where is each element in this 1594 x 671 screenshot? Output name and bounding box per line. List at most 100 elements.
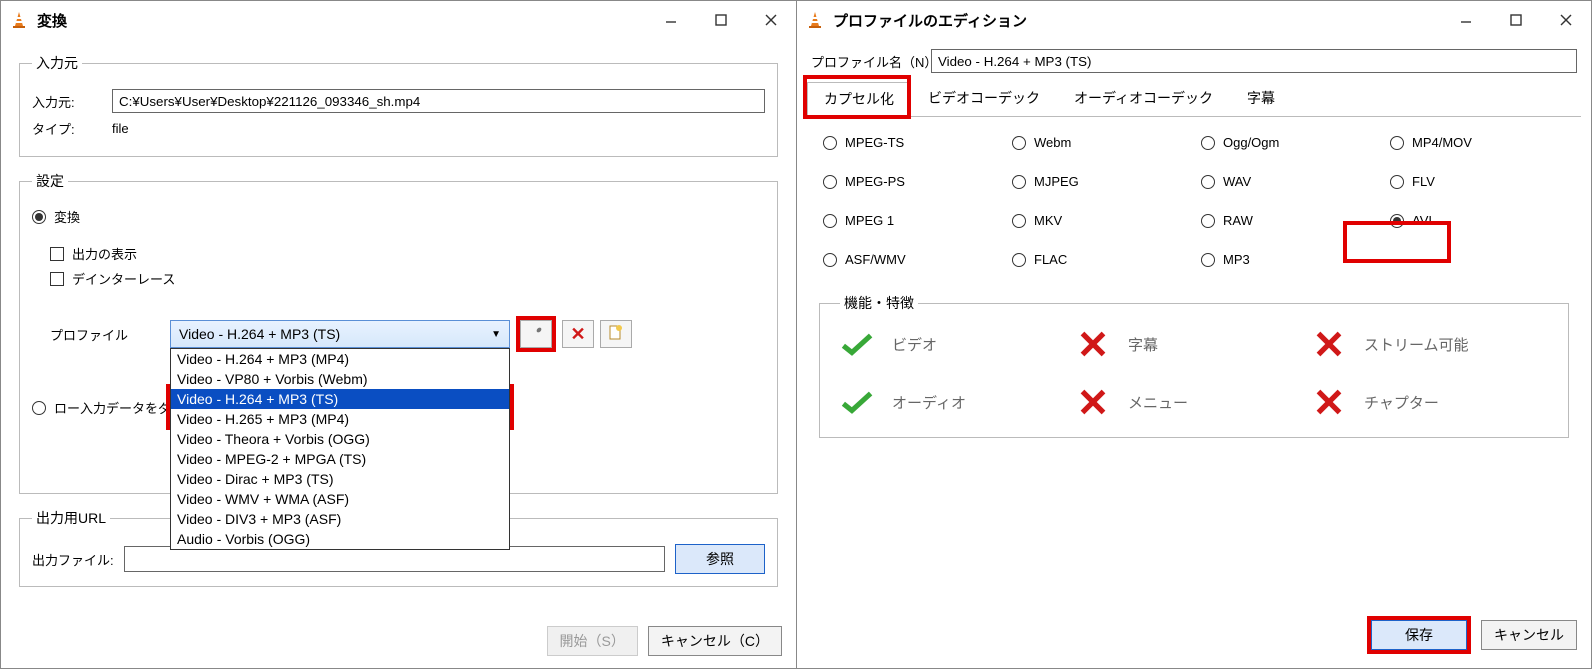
start-button[interactable]: 開始（S） (547, 626, 638, 656)
output-file-label: 出力ファイル: (32, 550, 114, 569)
radio-icon (1201, 214, 1215, 228)
profile-label: プロファイル (50, 325, 170, 344)
convert-radio-label: 変換 (54, 207, 80, 226)
dropdown-option[interactable]: Video - DIV3 + MP3 (ASF) (171, 509, 509, 529)
maximize-button[interactable] (696, 1, 746, 39)
feature-menu: メニュー (1076, 387, 1312, 417)
caps-mp4-mov[interactable]: MP4/MOV (1390, 135, 1565, 150)
x-icon (1076, 329, 1110, 359)
dropdown-option[interactable]: Video - VP80 + Vorbis (Webm) (171, 369, 509, 389)
dropdown-option[interactable]: Video - WMV + WMA (ASF) (171, 489, 509, 509)
close-button[interactable] (1541, 1, 1591, 39)
feature-streamable: ストリーム可能 (1312, 329, 1548, 359)
radio-icon (1201, 253, 1215, 267)
radio-icon (823, 136, 837, 150)
convert-radio-row[interactable]: 変換 (32, 207, 765, 226)
profile-edition-window: プロファイルのエディション プロファイル名（N） カプセル化 ビデオコーデック … (796, 0, 1592, 669)
edit-profile-button[interactable] (520, 320, 552, 348)
features-group: 機能・特徴 ビデオ 字幕 ストリーム可能 オーディオ メニュー (819, 293, 1569, 438)
encapsulation-grid: MPEG-TS Webm Ogg/Ogm MP4/MOV MPEG-PS MJP… (823, 135, 1565, 267)
radio-icon (1012, 175, 1026, 189)
new-doc-icon (609, 325, 623, 344)
profile-dropdown[interactable]: Video - H.264 + MP3 (MP4) Video - VP80 +… (170, 348, 510, 550)
feature-video: ビデオ (840, 329, 1076, 359)
radio-icon (32, 210, 46, 224)
tab-audio-codec[interactable]: オーディオコーデック (1057, 81, 1230, 116)
wrench-icon (528, 325, 544, 344)
caps-mpeg1[interactable]: MPEG 1 (823, 213, 998, 228)
combo-value: Video - H.264 + MP3 (TS) (179, 326, 340, 342)
window-title: 変換 (37, 10, 67, 31)
deinterlace-label: デインターレース (72, 269, 175, 288)
caps-mpeg-ts[interactable]: MPEG-TS (823, 135, 998, 150)
caps-wav[interactable]: WAV (1201, 174, 1376, 189)
vlc-cone-icon (805, 10, 825, 30)
deinterlace-check[interactable]: デインターレース (50, 269, 765, 288)
dropdown-option[interactable]: Video - H.264 + MP3 (TS) (171, 389, 509, 409)
dropdown-option[interactable]: Video - MPEG-2 + MPGA (TS) (171, 449, 509, 469)
vlc-cone-icon (9, 10, 29, 30)
convert-window: 変換 入力元 入力元: タイプ: file 設定 変換 (0, 0, 796, 669)
caps-webm[interactable]: Webm (1012, 135, 1187, 150)
caps-ogg[interactable]: Ogg/Ogm (1201, 135, 1376, 150)
save-button[interactable]: 保存 (1371, 620, 1467, 650)
radio-icon (823, 214, 837, 228)
caps-flac[interactable]: FLAC (1012, 252, 1187, 267)
delete-profile-button[interactable]: ✕ (562, 320, 594, 348)
tab-encapsulation[interactable]: カプセル化 (807, 82, 911, 117)
annotation-box: 保存 (1367, 616, 1471, 654)
show-output-check[interactable]: 出力の表示 (50, 244, 765, 263)
radio-icon (1390, 175, 1404, 189)
caps-flv[interactable]: FLV (1390, 174, 1565, 189)
output-legend: 出力用URL (32, 508, 110, 528)
features-legend: 機能・特徴 (840, 293, 918, 313)
titlebar-right: プロファイルのエディション (797, 1, 1591, 39)
feature-audio: オーディオ (840, 387, 1076, 417)
type-label: タイプ: (32, 119, 112, 138)
cancel-button[interactable]: キャンセル（C） (648, 626, 782, 656)
input-label: 入力元: (32, 92, 112, 111)
tab-subtitles[interactable]: 字幕 (1230, 81, 1292, 116)
caps-avi[interactable]: AVI (1390, 213, 1565, 228)
close-button[interactable] (746, 1, 796, 39)
dropdown-option[interactable]: Video - H.264 + MP3 (MP4) (171, 349, 509, 369)
check-icon (840, 329, 874, 359)
minimize-button[interactable] (1441, 1, 1491, 39)
x-icon (1312, 329, 1346, 359)
check-icon (840, 387, 874, 417)
radio-icon (1012, 253, 1026, 267)
chevron-down-icon: ▼ (491, 329, 501, 340)
new-profile-button[interactable] (600, 320, 632, 348)
x-red-icon: ✕ (570, 324, 585, 345)
cancel-button[interactable]: キャンセル (1481, 620, 1577, 650)
profile-name-field[interactable] (931, 49, 1577, 73)
checkbox-icon (50, 272, 64, 286)
profile-combobox[interactable]: Video - H.264 + MP3 (TS) ▼ (170, 320, 510, 348)
radio-icon (1201, 136, 1215, 150)
radio-icon (1201, 175, 1215, 189)
dropdown-option[interactable]: Video - Theora + Vorbis (OGG) (171, 429, 509, 449)
caps-mjpeg[interactable]: MJPEG (1012, 174, 1187, 189)
input-path-field[interactable] (112, 89, 765, 113)
show-output-label: 出力の表示 (72, 244, 137, 263)
caps-raw[interactable]: RAW (1201, 213, 1376, 228)
minimize-button[interactable] (646, 1, 696, 39)
settings-legend: 設定 (32, 171, 68, 191)
input-source-group: 入力元 入力元: タイプ: file (19, 53, 778, 157)
x-icon (1076, 387, 1110, 417)
profile-name-label: プロファイル名（N） (811, 52, 931, 71)
dropdown-option[interactable]: Video - H.265 + MP3 (MP4) (171, 409, 509, 429)
titlebar-left: 変換 (1, 1, 796, 39)
radio-icon (32, 401, 46, 415)
radio-icon (1012, 136, 1026, 150)
caps-asf-wmv[interactable]: ASF/WMV (823, 252, 998, 267)
caps-mkv[interactable]: MKV (1012, 213, 1187, 228)
caps-mp3[interactable]: MP3 (1201, 252, 1376, 267)
maximize-button[interactable] (1491, 1, 1541, 39)
browse-button[interactable]: 参照 (675, 544, 765, 574)
caps-mpeg-ps[interactable]: MPEG-PS (823, 174, 998, 189)
tabs: カプセル化 ビデオコーデック オーディオコーデック 字幕 (807, 81, 1581, 117)
dropdown-option[interactable]: Video - Dirac + MP3 (TS) (171, 469, 509, 489)
tab-video-codec[interactable]: ビデオコーデック (911, 81, 1057, 116)
dropdown-option[interactable]: Audio - Vorbis (OGG) (171, 529, 509, 549)
